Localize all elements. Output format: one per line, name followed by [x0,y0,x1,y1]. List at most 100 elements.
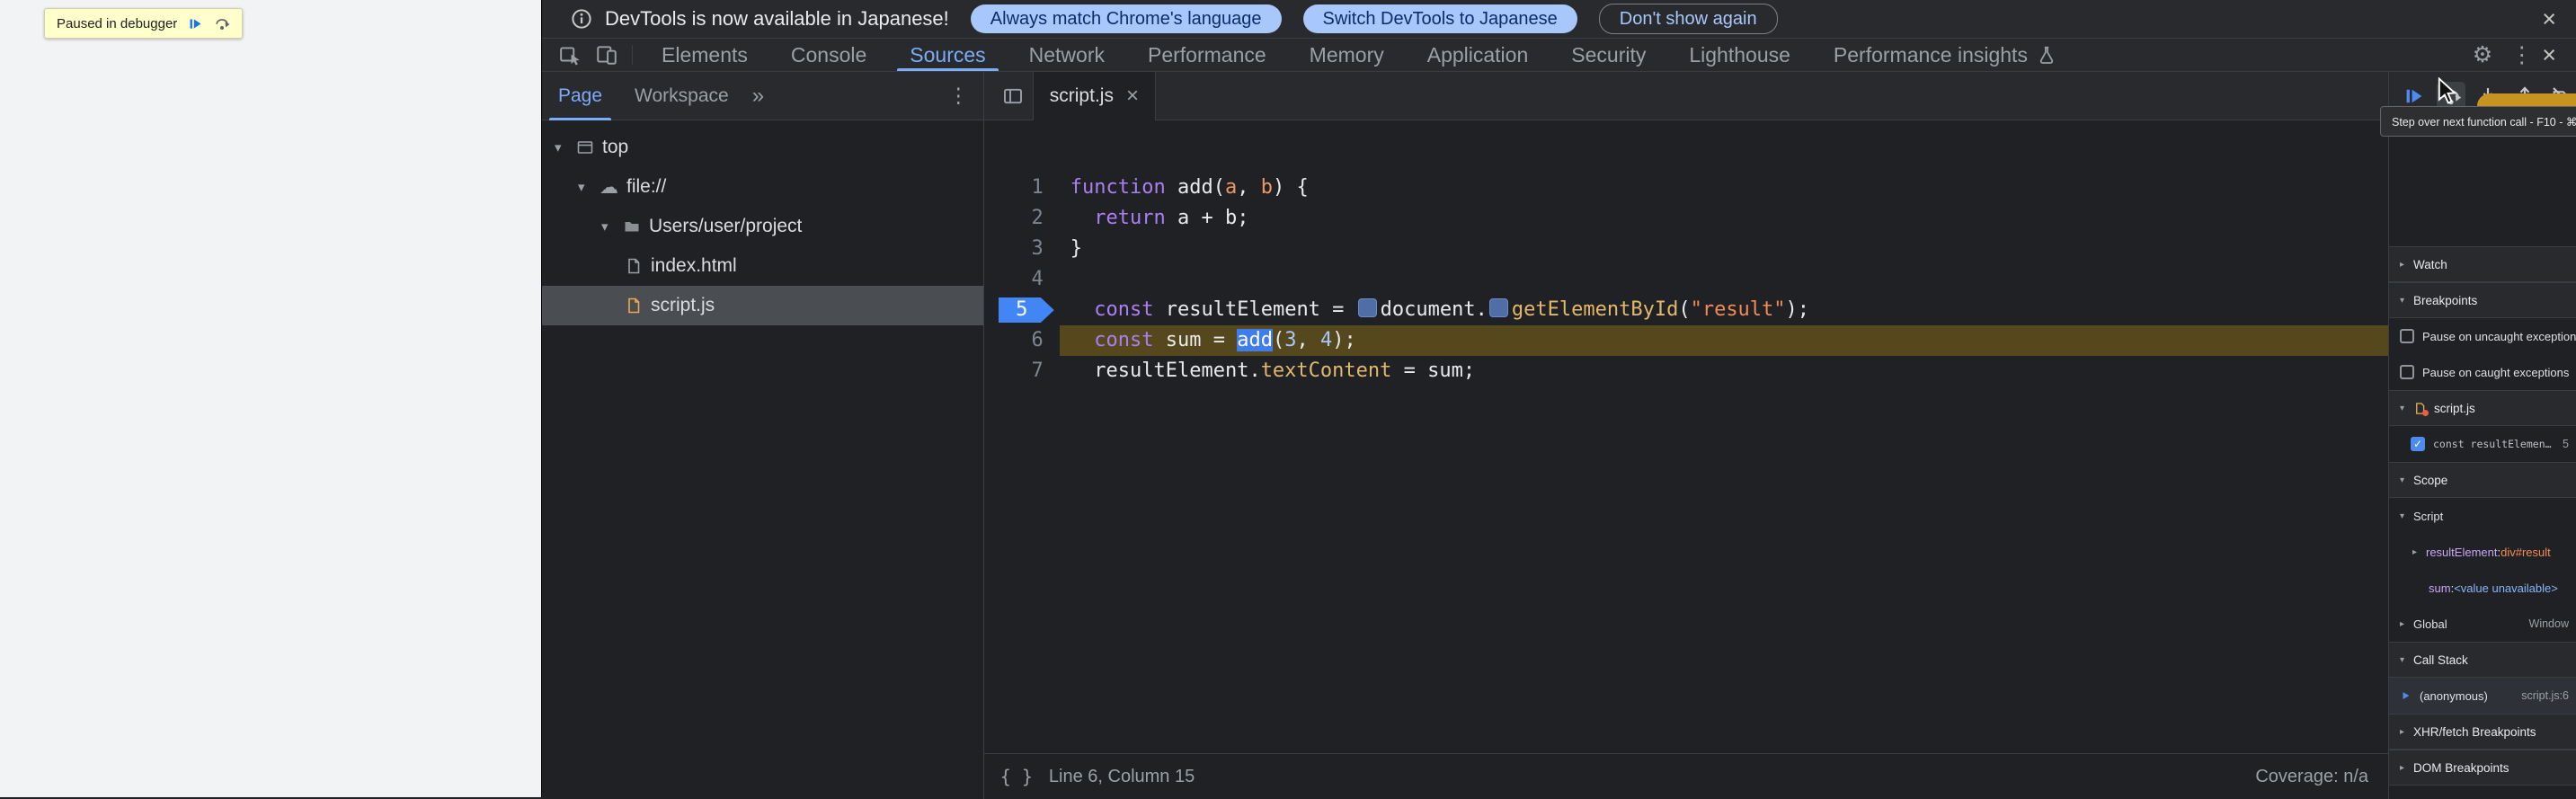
xhr-breakpoints-section-header[interactable]: ▸ XHR/fetch Breakpoints [2389,714,2576,750]
tab-elements[interactable]: Elements [640,39,769,71]
caret-down-icon[interactable]: ▾ [2400,475,2413,485]
code-line-content: return a + b; [1060,203,2388,234]
caret-down-icon[interactable]: ▾ [555,139,576,155]
call-stack-frame-row[interactable]: (anonymous) script.js:6 [2389,678,2576,714]
code-line-content: resultElement.textContent = sum; [1060,356,2388,386]
breakpoint-file-icon [2413,402,2429,416]
step-over-icon[interactable] [214,15,230,31]
code-token: a [1224,176,1238,199]
line-number-gutter[interactable]: 5 [984,295,1060,325]
tab-performance-insights[interactable]: Performance insights [1812,39,2078,71]
tab-console[interactable]: Console [769,39,888,71]
device-toolbar-icon[interactable] [591,43,622,67]
more-options-icon[interactable]: ⋮ [2510,43,2533,67]
breakpoint-entry-checkbox[interactable]: ✓ [2411,437,2425,451]
line-number-gutter[interactable]: 3 [984,234,1060,264]
code-token: "result" [1690,298,1786,321]
inspect-element-icon[interactable] [555,43,586,67]
tab-lighthouse[interactable]: Lighthouse [1667,39,1812,71]
scope-var-result-element[interactable]: ▸ resultElement : div#result [2389,534,2576,570]
code-token: add( [1177,176,1225,199]
tab-security[interactable]: Security [1550,39,1667,71]
code-token: textContent [1260,360,1392,382]
switch-devtools-japanese-button[interactable]: Switch DevTools to Japanese [1302,4,1577,33]
caret-down-icon[interactable]: ▾ [2400,655,2413,665]
breakpoint-marker[interactable]: 5 [998,297,1054,323]
var-value: <value unavailable> [2454,581,2558,595]
navigator-menu-icon[interactable]: ⋮ [948,84,969,108]
line-number-gutter[interactable]: 7 [984,356,1060,386]
caret-down-icon[interactable]: ▾ [2400,296,2413,306]
caret-down-icon[interactable]: ▾ [2400,404,2413,413]
always-match-language-button[interactable]: Always match Chrome's language [970,4,1282,33]
resume-script-icon[interactable] [188,16,203,31]
caret-right-icon[interactable]: ▸ [2400,763,2413,773]
line-number-gutter[interactable]: 1 [984,173,1060,203]
tree-item-index-html[interactable]: index.html [542,246,983,286]
dont-show-again-button[interactable]: Don't show again [1598,4,1778,34]
pause-uncaught-checkbox[interactable] [2400,329,2414,343]
caret-right-icon[interactable]: ▸ [2400,260,2413,270]
infobar-close-icon[interactable]: × [2542,6,2556,31]
devtools-tabbar: Elements Console Sources Network Perform… [542,39,2576,72]
tree-item-file-protocol[interactable]: ▾ ☁ file:// [542,167,983,207]
tab-sources[interactable]: Sources [888,39,1007,71]
line-number-gutter[interactable]: 6 [984,325,1060,356]
settings-gear-icon[interactable]: ⚙ [2473,43,2492,67]
line-number-gutter[interactable]: 2 [984,203,1060,234]
file-tab-script-js[interactable]: script.js × [1032,71,1156,120]
scope-section-header[interactable]: ▾ Scope [2389,462,2576,498]
scope-var-sum[interactable]: sum : <value unavailable> [2389,570,2576,606]
devtools-close-icon[interactable]: × [2542,42,2556,67]
infobar-message: DevTools is now available in Japanese! [605,7,949,30]
code-token: ( [1678,298,1691,321]
tab-performance[interactable]: Performance [1126,39,1288,71]
cloud-icon: ☁ [600,176,618,198]
call-stack-section-header[interactable]: ▾ Call Stack [2389,642,2576,678]
caret-down-icon[interactable]: ▾ [2400,511,2413,521]
more-tabs-chevron-icon[interactable]: » [752,84,764,109]
tab-memory[interactable]: Memory [1288,39,1406,71]
code-token: 3 [1284,329,1297,351]
breakpoint-entry-row[interactable]: ✓ const resultElement = doc… 5 [2389,426,2576,462]
scope-global-row[interactable]: ▸ Global Window [2389,606,2576,642]
code-line-content: } [1060,234,2388,264]
caret-down-icon[interactable]: ▾ [578,179,600,195]
var-name: sum [2429,581,2451,595]
tab-application[interactable]: Application [1406,39,1550,71]
navigator-tab-workspace[interactable]: Workspace [618,72,745,120]
code-line: 2 return a + b; [984,203,2388,234]
code-token: document. [1380,298,1488,321]
caret-right-icon[interactable]: ▸ [2412,547,2426,557]
caret-right-icon[interactable]: ▸ [2400,727,2413,737]
breakpoints-section-header[interactable]: ▾ Breakpoints [2389,282,2576,318]
code-lines: 1 function add(a, b) {2 return a + b; 3} 4 5… [984,173,2388,386]
watch-section-header[interactable]: ▸ Watch [2389,246,2576,282]
code-editor[interactable]: 1 function add(a, b) {2 return a + b; 3} 4 5… [984,120,2388,799]
caret-right-icon[interactable]: ▸ [2400,619,2413,629]
caret-down-icon[interactable]: ▾ [601,218,623,235]
inline-breakpoint-marker[interactable] [1357,298,1377,317]
tab-network[interactable]: Network [1008,39,1126,71]
var-value: div#result [2500,545,2551,559]
scope-script-row[interactable]: ▾ Script [2389,498,2576,534]
pretty-print-icon[interactable]: { } [1000,766,1033,787]
editor-tabstrip: script.js × [983,71,2388,120]
line-number-gutter[interactable]: 4 [984,264,1060,295]
inline-breakpoint-marker[interactable] [1488,298,1508,317]
dom-breakpoints-section-header[interactable]: ▸ DOM Breakpoints [2389,750,2576,786]
breakpoint-dot [2422,409,2429,416]
execution-arrow-icon [2400,689,2412,702]
toggle-navigator-icon[interactable] [1002,85,1024,107]
navigator-tab-page[interactable]: Page [542,72,618,120]
close-file-tab-icon[interactable]: × [1126,84,1139,107]
breakpoint-group-script-js[interactable]: ▾ script.js [2389,390,2576,426]
tree-item-project-folder[interactable]: ▾ Users/user/project [542,207,983,246]
pause-caught-checkbox[interactable] [2400,365,2414,379]
code-line-content: const resultElement = document. getElemen… [1060,295,2388,325]
code-token: const [1094,298,1154,321]
tree-item-top[interactable]: ▾ top [542,128,983,167]
pause-uncaught-exceptions-row[interactable]: Pause on uncaught exceptions [2389,318,2576,354]
tree-item-script-js[interactable]: script.js [542,286,983,325]
pause-caught-exceptions-row[interactable]: Pause on caught exceptions [2389,354,2576,390]
